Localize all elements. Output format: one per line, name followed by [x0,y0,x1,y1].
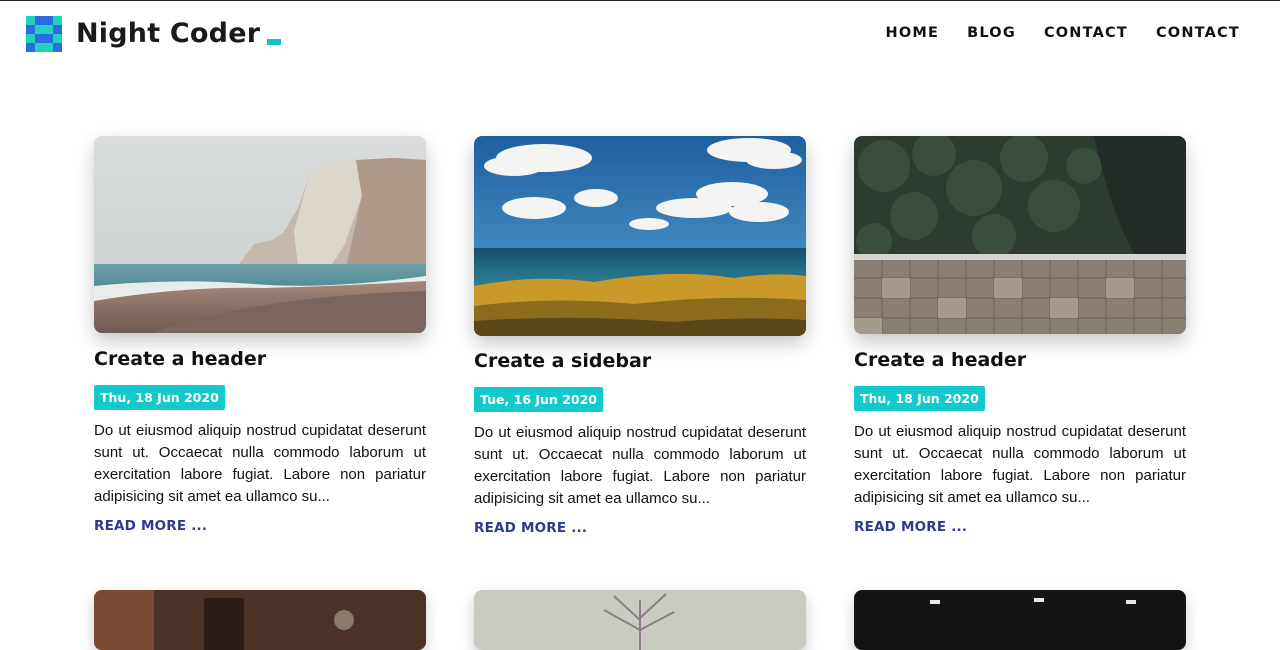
post-date-badge: Thu, 18 Jun 2020 [854,386,985,411]
nav-contact[interactable]: CONTACT [1044,25,1128,41]
post-title[interactable]: Create a header [854,348,1186,372]
post-title[interactable]: Create a sidebar [474,349,806,373]
logo-mark-icon [26,16,62,52]
post-thumbnail[interactable] [94,136,426,333]
post-excerpt: Do ut eiusmod aliquip nostrud cupidatat … [474,424,806,507]
post-title[interactable]: Create a header [94,347,426,371]
sea-grass-clouds-image [474,136,806,336]
read-more-link[interactable]: READ MORE ... [94,518,207,534]
read-more-link[interactable]: READ MORE ... [474,520,587,536]
post-thumbnail-partial[interactable] [94,590,426,650]
site-header: Night Coder HOME BLOG CONTACT CONTACT [0,1,1280,67]
foggy-cliff-beach-image [94,136,426,333]
dark-interior-image [854,590,1186,650]
post-excerpt: Do ut eiusmod aliquip nostrud cupidatat … [854,423,1186,506]
post-thumbnail[interactable] [474,136,806,336]
nav-blog[interactable]: BLOG [967,25,1016,41]
post-excerpt: Do ut eiusmod aliquip nostrud cupidatat … [94,422,426,505]
post-thumbnail[interactable] [854,136,1186,334]
read-more-link[interactable]: READ MORE ... [854,519,967,535]
post-card: Create a sidebar Tue, 16 Jun 2020 Do ut … [474,136,806,537]
nav-home[interactable]: HOME [886,25,940,41]
post-date-badge: Tue, 16 Jun 2020 [474,387,603,412]
aerial-boardwalk-forest-image [854,136,1186,334]
post-thumbnail-partial[interactable] [854,590,1186,650]
main-nav: HOME BLOG CONTACT CONTACT [858,25,1240,41]
tools-workbench-image [94,590,426,650]
post-date-badge: Thu, 18 Jun 2020 [94,385,225,410]
bare-tree-image [474,590,806,650]
logo-cursor-icon [267,39,282,45]
site-logo[interactable]: Night Coder [26,16,282,52]
nav-contact-2[interactable]: CONTACT [1156,25,1240,41]
post-card: Create a header Thu, 18 Jun 2020 Do ut e… [854,136,1186,536]
post-card: Create a header Thu, 18 Jun 2020 Do ut e… [94,136,426,535]
post-thumbnail-partial[interactable] [474,590,806,650]
site-name: Night Coder [76,18,261,49]
